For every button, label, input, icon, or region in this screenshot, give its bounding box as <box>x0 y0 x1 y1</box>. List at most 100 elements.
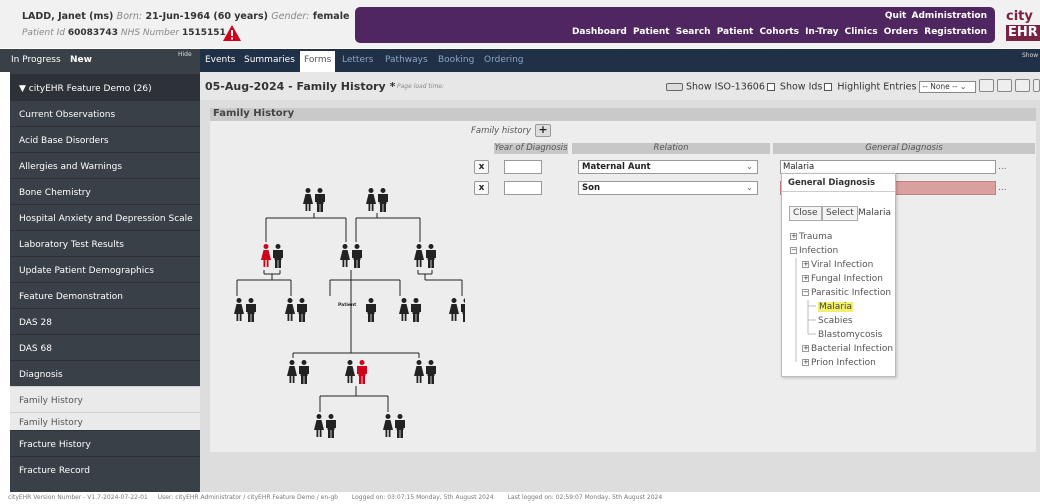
header-main-links[interactable]: Dashboard Patient Search Patient Cohorts… <box>572 27 987 37</box>
tree-item[interactable]: Scabies <box>818 316 853 326</box>
sidebar-item-feature-demo[interactable]: Feature Demonstration <box>10 282 200 308</box>
female-figure-icon <box>303 188 313 211</box>
print-icon[interactable] <box>997 79 1012 92</box>
sidebar-item-hads[interactable]: Hospital Anxiety and Depression Scale <box>10 204 200 230</box>
sidebar-item-das28[interactable]: DAS 28 <box>10 308 200 334</box>
hide-link[interactable]: Hide <box>178 51 192 58</box>
diagnosis-lookup-button[interactable]: ... <box>998 183 1007 193</box>
tree-item[interactable]: − Parasitic Infection <box>802 288 891 298</box>
sidebar-item-family-history-active[interactable]: Family History <box>10 412 200 430</box>
tab-booking[interactable]: Booking <box>438 55 474 65</box>
show-iso-checkbox[interactable] <box>766 83 775 91</box>
tree-item[interactable]: + Trauma <box>790 232 832 242</box>
diagnosis-lookup-button[interactable]: ... <box>998 162 1007 172</box>
tree-item[interactable]: Blastomycosis <box>818 330 882 340</box>
logo-city: city <box>1006 9 1033 24</box>
sidebar-item-acid-base[interactable]: Acid Base Disorders <box>10 126 200 152</box>
tab-summaries[interactable]: Summaries <box>244 55 295 65</box>
sidebar-item-fracture-record[interactable]: Fracture Record <box>10 456 200 482</box>
expand-icon[interactable]: + <box>790 233 797 240</box>
female-figure-icon <box>340 244 350 267</box>
sidebar-item-das68[interactable]: DAS 68 <box>10 334 200 360</box>
tree-item-label: Malaria <box>819 302 853 312</box>
tree-item[interactable]: Malaria <box>818 302 854 312</box>
sidebar-item-allergies[interactable]: Allergies and Warnings <box>10 152 200 178</box>
relation-select[interactable]: Son ⌄ <box>578 181 758 195</box>
patient-id-line: Patient Id 60083743 NHS Number 1515151 <box>22 28 226 38</box>
tree-item[interactable]: − Infection <box>790 246 838 256</box>
last-logged-on: Last logged on: 02:59:07 Monday, 5th Aug… <box>507 494 663 501</box>
family-history-label: Family history <box>471 126 532 136</box>
sidebar-item-diagnosis[interactable]: Diagnosis <box>10 360 200 386</box>
tab-new[interactable]: New <box>70 55 92 65</box>
year-input[interactable] <box>504 181 542 195</box>
header-top-links[interactable]: Quit Administration <box>885 11 987 21</box>
add-row-button[interactable]: + <box>535 124 551 137</box>
highlight-select[interactable]: -- None -- ⌄ <box>919 81 977 93</box>
male-figure-icon <box>426 244 436 268</box>
menu-bar: In Progress New Hide Events Summaries Fo… <box>0 49 1040 72</box>
collapse-icon[interactable]: − <box>802 289 809 296</box>
diagnosis-input[interactable]: Malaria <box>780 160 996 174</box>
col-diagnosis: General Diagnosis <box>773 143 1035 154</box>
sidebar: ▼ cityEHR Feature Demo (26) Current Obse… <box>10 72 200 492</box>
sidebar-item-bone-chemistry[interactable]: Bone Chemistry <box>10 178 200 204</box>
expand-icon[interactable]: + <box>802 345 809 352</box>
expand-icon[interactable]: + <box>802 275 809 282</box>
tree-item[interactable]: + Fungal Infection <box>802 274 883 284</box>
tab-letters[interactable]: Letters <box>342 55 373 65</box>
relation-value: Son <box>582 183 601 193</box>
sidebar-item-fracture-history[interactable]: Fracture History <box>10 430 200 456</box>
view-toolbar: Show ISO-13606 Show Ids Highlight Entrie… <box>666 81 977 93</box>
tree-item[interactable]: + Bacterial Infection <box>802 344 893 354</box>
warning-icon[interactable] <box>222 24 242 42</box>
female-figure-icon <box>234 298 244 321</box>
general-diagnosis-popup: General Diagnosis Close Select Malaria +… <box>781 173 896 377</box>
year-input[interactable] <box>504 160 542 174</box>
main-content: 05-Aug-2024 - Family History * Page load… <box>200 72 1040 492</box>
more-toolbar-icon[interactable] <box>1033 79 1040 92</box>
col-year: Year of Diagnosis <box>494 143 568 154</box>
tree-item-label: Blastomycosis <box>818 330 883 340</box>
page-title-text: 05-Aug-2024 - Family History <box>205 80 386 93</box>
tab-in-progress[interactable]: In Progress <box>11 55 61 65</box>
user-info: User: cityEHR Administrator / cityEHR Fe… <box>157 494 338 501</box>
tree-item-label: Viral Infection <box>811 260 874 270</box>
sidebar-item-current-observations[interactable]: Current Observations <box>10 100 200 126</box>
patient-name: LADD, Janet <box>22 11 86 22</box>
delete-row-button[interactable]: x <box>474 160 489 174</box>
sidebar-item-demographics[interactable]: Update Patient Demographics <box>10 256 200 282</box>
relation-select[interactable]: Maternal Aunt ⌄ <box>578 160 758 174</box>
delete-row-button[interactable]: x <box>474 181 489 195</box>
sidebar-item-family-history[interactable]: Family History <box>10 386 200 412</box>
sidebar-item-lab-results[interactable]: Laboratory Test Results <box>10 230 200 256</box>
tree-item-label: Trauma <box>799 232 833 242</box>
show-link[interactable]: Show <box>1022 52 1038 59</box>
female-figure-icon <box>285 298 295 321</box>
expand-icon[interactable]: + <box>802 359 809 366</box>
female-figure-icon <box>345 360 355 383</box>
show-ids-checkbox[interactable] <box>824 83 833 91</box>
iso-icon[interactable] <box>666 83 683 91</box>
male-figure-icon <box>395 414 405 438</box>
save-icon[interactable] <box>979 79 994 92</box>
female-figure-icon <box>261 244 271 267</box>
tab-ordering[interactable]: Ordering <box>484 55 524 65</box>
collapse-icon[interactable]: − <box>790 247 797 254</box>
tab-pathways[interactable]: Pathways <box>385 55 428 65</box>
show-iso-label: Show ISO-13606 <box>686 81 765 93</box>
patient-label: Patient <box>338 302 357 308</box>
tab-forms[interactable]: Forms <box>300 51 336 72</box>
refresh-icon[interactable] <box>1015 79 1030 92</box>
expand-icon[interactable]: + <box>802 261 809 268</box>
menu-left: In Progress New Hide <box>0 49 200 72</box>
male-figure-icon <box>315 188 325 212</box>
col-relation: Relation <box>572 143 770 154</box>
tree-item[interactable]: + Prion Infection <box>802 358 876 368</box>
patient-title: (ms) <box>89 11 114 22</box>
sidebar-group-header[interactable]: ▼ cityEHR Feature Demo (26) <box>10 74 200 100</box>
page-title-row: 05-Aug-2024 - Family History * Page load… <box>200 72 1040 100</box>
tree-item[interactable]: + Viral Infection <box>802 260 873 270</box>
female-figure-icon <box>287 360 297 383</box>
tab-events[interactable]: Events <box>205 55 235 65</box>
